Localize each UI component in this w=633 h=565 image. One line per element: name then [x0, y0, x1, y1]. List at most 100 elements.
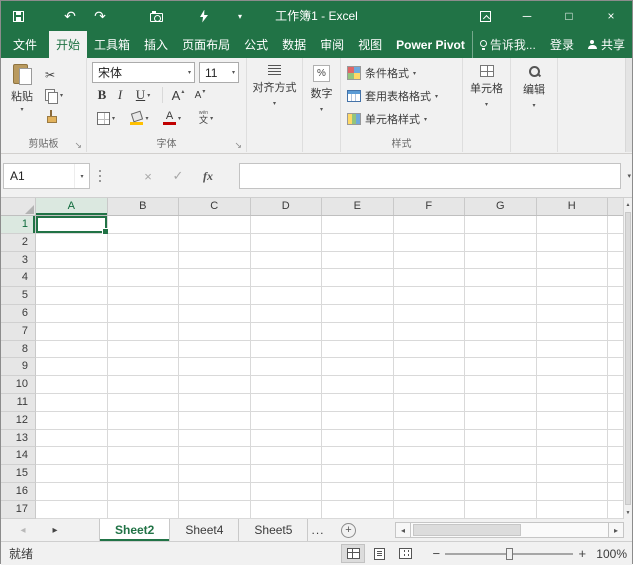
horizontal-scroll-thumb[interactable] [413, 524, 521, 536]
cell-H5[interactable] [537, 287, 609, 305]
cell-G12[interactable] [465, 412, 537, 430]
cell-G9[interactable] [465, 358, 537, 376]
cell-partial-row-15[interactable] [608, 465, 623, 483]
format-as-table-button[interactable]: 套用表格格式 ▾ [347, 86, 438, 106]
cell-A9[interactable] [36, 358, 108, 376]
formula-bar-expand-caret[interactable]: ▾ [627, 172, 631, 180]
cell-G8[interactable] [465, 341, 537, 359]
scroll-up-button[interactable]: ▲ [624, 198, 632, 211]
cell-A4[interactable] [36, 269, 108, 287]
column-header-F[interactable]: F [394, 198, 466, 215]
scroll-down-button[interactable]: ▼ [624, 506, 632, 519]
cell-A17[interactable] [36, 501, 108, 519]
conditional-formatting-button[interactable]: 条件格式 ▾ [347, 63, 416, 83]
cell-partial-row-5[interactable] [608, 287, 623, 305]
cell-G17[interactable] [465, 501, 537, 519]
cell-E17[interactable] [322, 501, 394, 519]
cell-H14[interactable] [537, 447, 609, 465]
cell-C1[interactable] [179, 216, 251, 234]
cell-D2[interactable] [251, 234, 323, 252]
cell-B10[interactable] [108, 376, 180, 394]
ribbon-display-options-button[interactable] [464, 1, 506, 31]
cell-E10[interactable] [322, 376, 394, 394]
cell-H4[interactable] [537, 269, 609, 287]
previous-sheet-button[interactable]: ◂ [13, 519, 33, 541]
font-size-select[interactable]: 11 ▾ [199, 62, 239, 83]
cell-H13[interactable] [537, 430, 609, 448]
cut-button[interactable]: ✂ [45, 65, 55, 84]
minimize-button[interactable]: ─ [506, 1, 548, 31]
cell-B7[interactable] [108, 323, 180, 341]
tab-formulas[interactable]: 公式 [237, 31, 275, 58]
cell-G6[interactable] [465, 305, 537, 323]
decrease-font-size-button[interactable]: A ▾ [190, 85, 210, 105]
cell-C11[interactable] [179, 394, 251, 412]
zoom-percentage[interactable]: 100% [596, 547, 627, 561]
row-header-11[interactable]: 11 [1, 394, 36, 412]
cell-H8[interactable] [537, 341, 609, 359]
cell-B1[interactable] [108, 216, 180, 234]
cell-F4[interactable] [394, 269, 466, 287]
tab-file[interactable]: 文件 [1, 31, 49, 58]
cell-partial-row-11[interactable] [608, 394, 623, 412]
column-header-B[interactable]: B [108, 198, 180, 215]
cell-C3[interactable] [179, 252, 251, 270]
cell-C7[interactable] [179, 323, 251, 341]
number-format-button[interactable]: % 数字 ▾ [303, 65, 340, 113]
cell-D10[interactable] [251, 376, 323, 394]
cell-partial-row-13[interactable] [608, 430, 623, 448]
undo-button[interactable]: ↶ [57, 1, 83, 31]
cell-A11[interactable] [36, 394, 108, 412]
page-break-view-button[interactable] [393, 544, 417, 563]
underline-button[interactable]: U ▾ [129, 85, 157, 105]
cell-B3[interactable] [108, 252, 180, 270]
column-header-A[interactable]: A [36, 198, 108, 215]
cell-B4[interactable] [108, 269, 180, 287]
cell-B5[interactable] [108, 287, 180, 305]
cell-E4[interactable] [322, 269, 394, 287]
row-header-13[interactable]: 13 [1, 430, 36, 448]
row-header-12[interactable]: 12 [1, 412, 36, 430]
cell-F12[interactable] [394, 412, 466, 430]
cell-E1[interactable] [322, 216, 394, 234]
cell-G2[interactable] [465, 234, 537, 252]
cell-F7[interactable] [394, 323, 466, 341]
normal-view-button[interactable] [341, 544, 365, 563]
cell-B17[interactable] [108, 501, 180, 519]
cell-C13[interactable] [179, 430, 251, 448]
cell-B6[interactable] [108, 305, 180, 323]
cell-partial-row-9[interactable] [608, 358, 623, 376]
cell-F16[interactable] [394, 483, 466, 501]
tab-toolbox[interactable]: 工具箱 [87, 31, 137, 58]
cell-G3[interactable] [465, 252, 537, 270]
cell-F17[interactable] [394, 501, 466, 519]
column-header-D[interactable]: D [251, 198, 323, 215]
cell-G14[interactable] [465, 447, 537, 465]
cell-F15[interactable] [394, 465, 466, 483]
cell-C14[interactable] [179, 447, 251, 465]
clipboard-dialog-launcher[interactable]: ↘ [74, 141, 82, 150]
new-sheet-button[interactable]: + [341, 523, 356, 538]
cell-E11[interactable] [322, 394, 394, 412]
zoom-slider[interactable] [445, 547, 573, 561]
cell-E6[interactable] [322, 305, 394, 323]
format-painter-button[interactable] [45, 107, 57, 126]
cancel-button[interactable]: × [133, 169, 163, 184]
cell-H17[interactable] [537, 501, 609, 519]
row-header-3[interactable]: 3 [1, 252, 36, 270]
row-header-14[interactable]: 14 [1, 447, 36, 465]
paste-button[interactable]: 粘贴 ▾ [4, 63, 40, 113]
cell-B13[interactable] [108, 430, 180, 448]
cell-D11[interactable] [251, 394, 323, 412]
fill-color-button[interactable]: ▾ [125, 108, 153, 128]
maximize-button[interactable]: □ [548, 1, 590, 31]
editing-button[interactable]: 编辑 ▾ [511, 65, 557, 109]
horizontal-scrollbar[interactable]: ◂ ▸ [395, 522, 624, 538]
cell-E12[interactable] [322, 412, 394, 430]
flash-button[interactable] [191, 1, 217, 31]
cell-G10[interactable] [465, 376, 537, 394]
cell-B12[interactable] [108, 412, 180, 430]
borders-button[interactable]: ▾ [93, 108, 119, 128]
cell-C10[interactable] [179, 376, 251, 394]
cell-C17[interactable] [179, 501, 251, 519]
